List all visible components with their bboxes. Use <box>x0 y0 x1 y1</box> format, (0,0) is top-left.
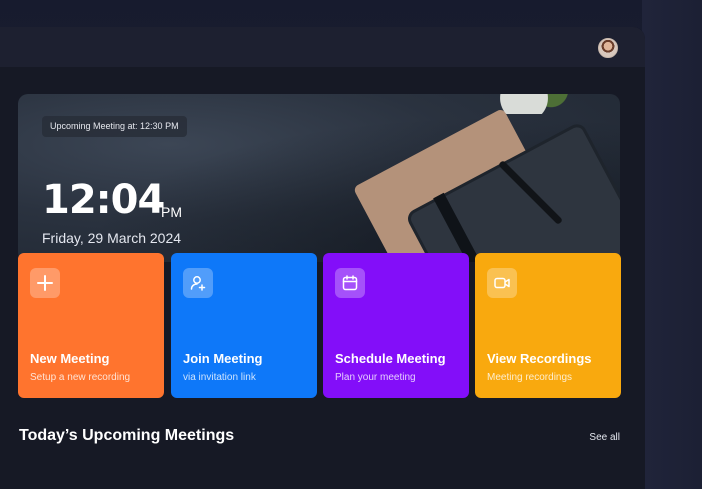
plant-image <box>488 94 578 114</box>
card-title: Join Meeting <box>183 351 263 366</box>
see-all-link[interactable]: See all <box>589 432 620 443</box>
card-subtitle: Setup a new recording <box>30 372 131 383</box>
calendar-icon <box>335 268 365 298</box>
view-recordings-card[interactable]: View Recordings Meeting recordings <box>475 253 621 398</box>
user-add-icon <box>183 268 213 298</box>
new-meeting-card[interactable]: New Meeting Setup a new recording <box>18 253 164 398</box>
clock-time: 12:04 <box>42 177 165 223</box>
video-icon <box>487 268 517 298</box>
card-subtitle: Meeting recordings <box>487 372 573 383</box>
join-meeting-card[interactable]: Join Meeting via invitation link <box>171 253 317 398</box>
plus-icon <box>30 268 60 298</box>
notebook-band <box>433 192 519 262</box>
clock-ampm: PM <box>161 204 182 220</box>
hero-banner: Upcoming Meeting at: 12:30 PM 12:04 PM F… <box>18 94 620 262</box>
card-title: Schedule Meeting <box>335 351 446 366</box>
card-title: View Recordings <box>487 351 592 366</box>
upcoming-meeting-chip: Upcoming Meeting at: 12:30 PM <box>42 116 187 137</box>
card-subtitle: Plan your meeting <box>335 372 416 383</box>
top-bar <box>0 27 645 67</box>
background-panel <box>642 0 702 489</box>
schedule-meeting-card[interactable]: Schedule Meeting Plan your meeting <box>323 253 469 398</box>
card-title: New Meeting <box>30 351 110 366</box>
section-title: Today’s Upcoming Meetings <box>19 427 235 444</box>
card-subtitle: via invitation link <box>183 372 256 383</box>
current-date: Friday, 29 March 2024 <box>42 230 182 246</box>
avatar[interactable] <box>598 38 618 58</box>
